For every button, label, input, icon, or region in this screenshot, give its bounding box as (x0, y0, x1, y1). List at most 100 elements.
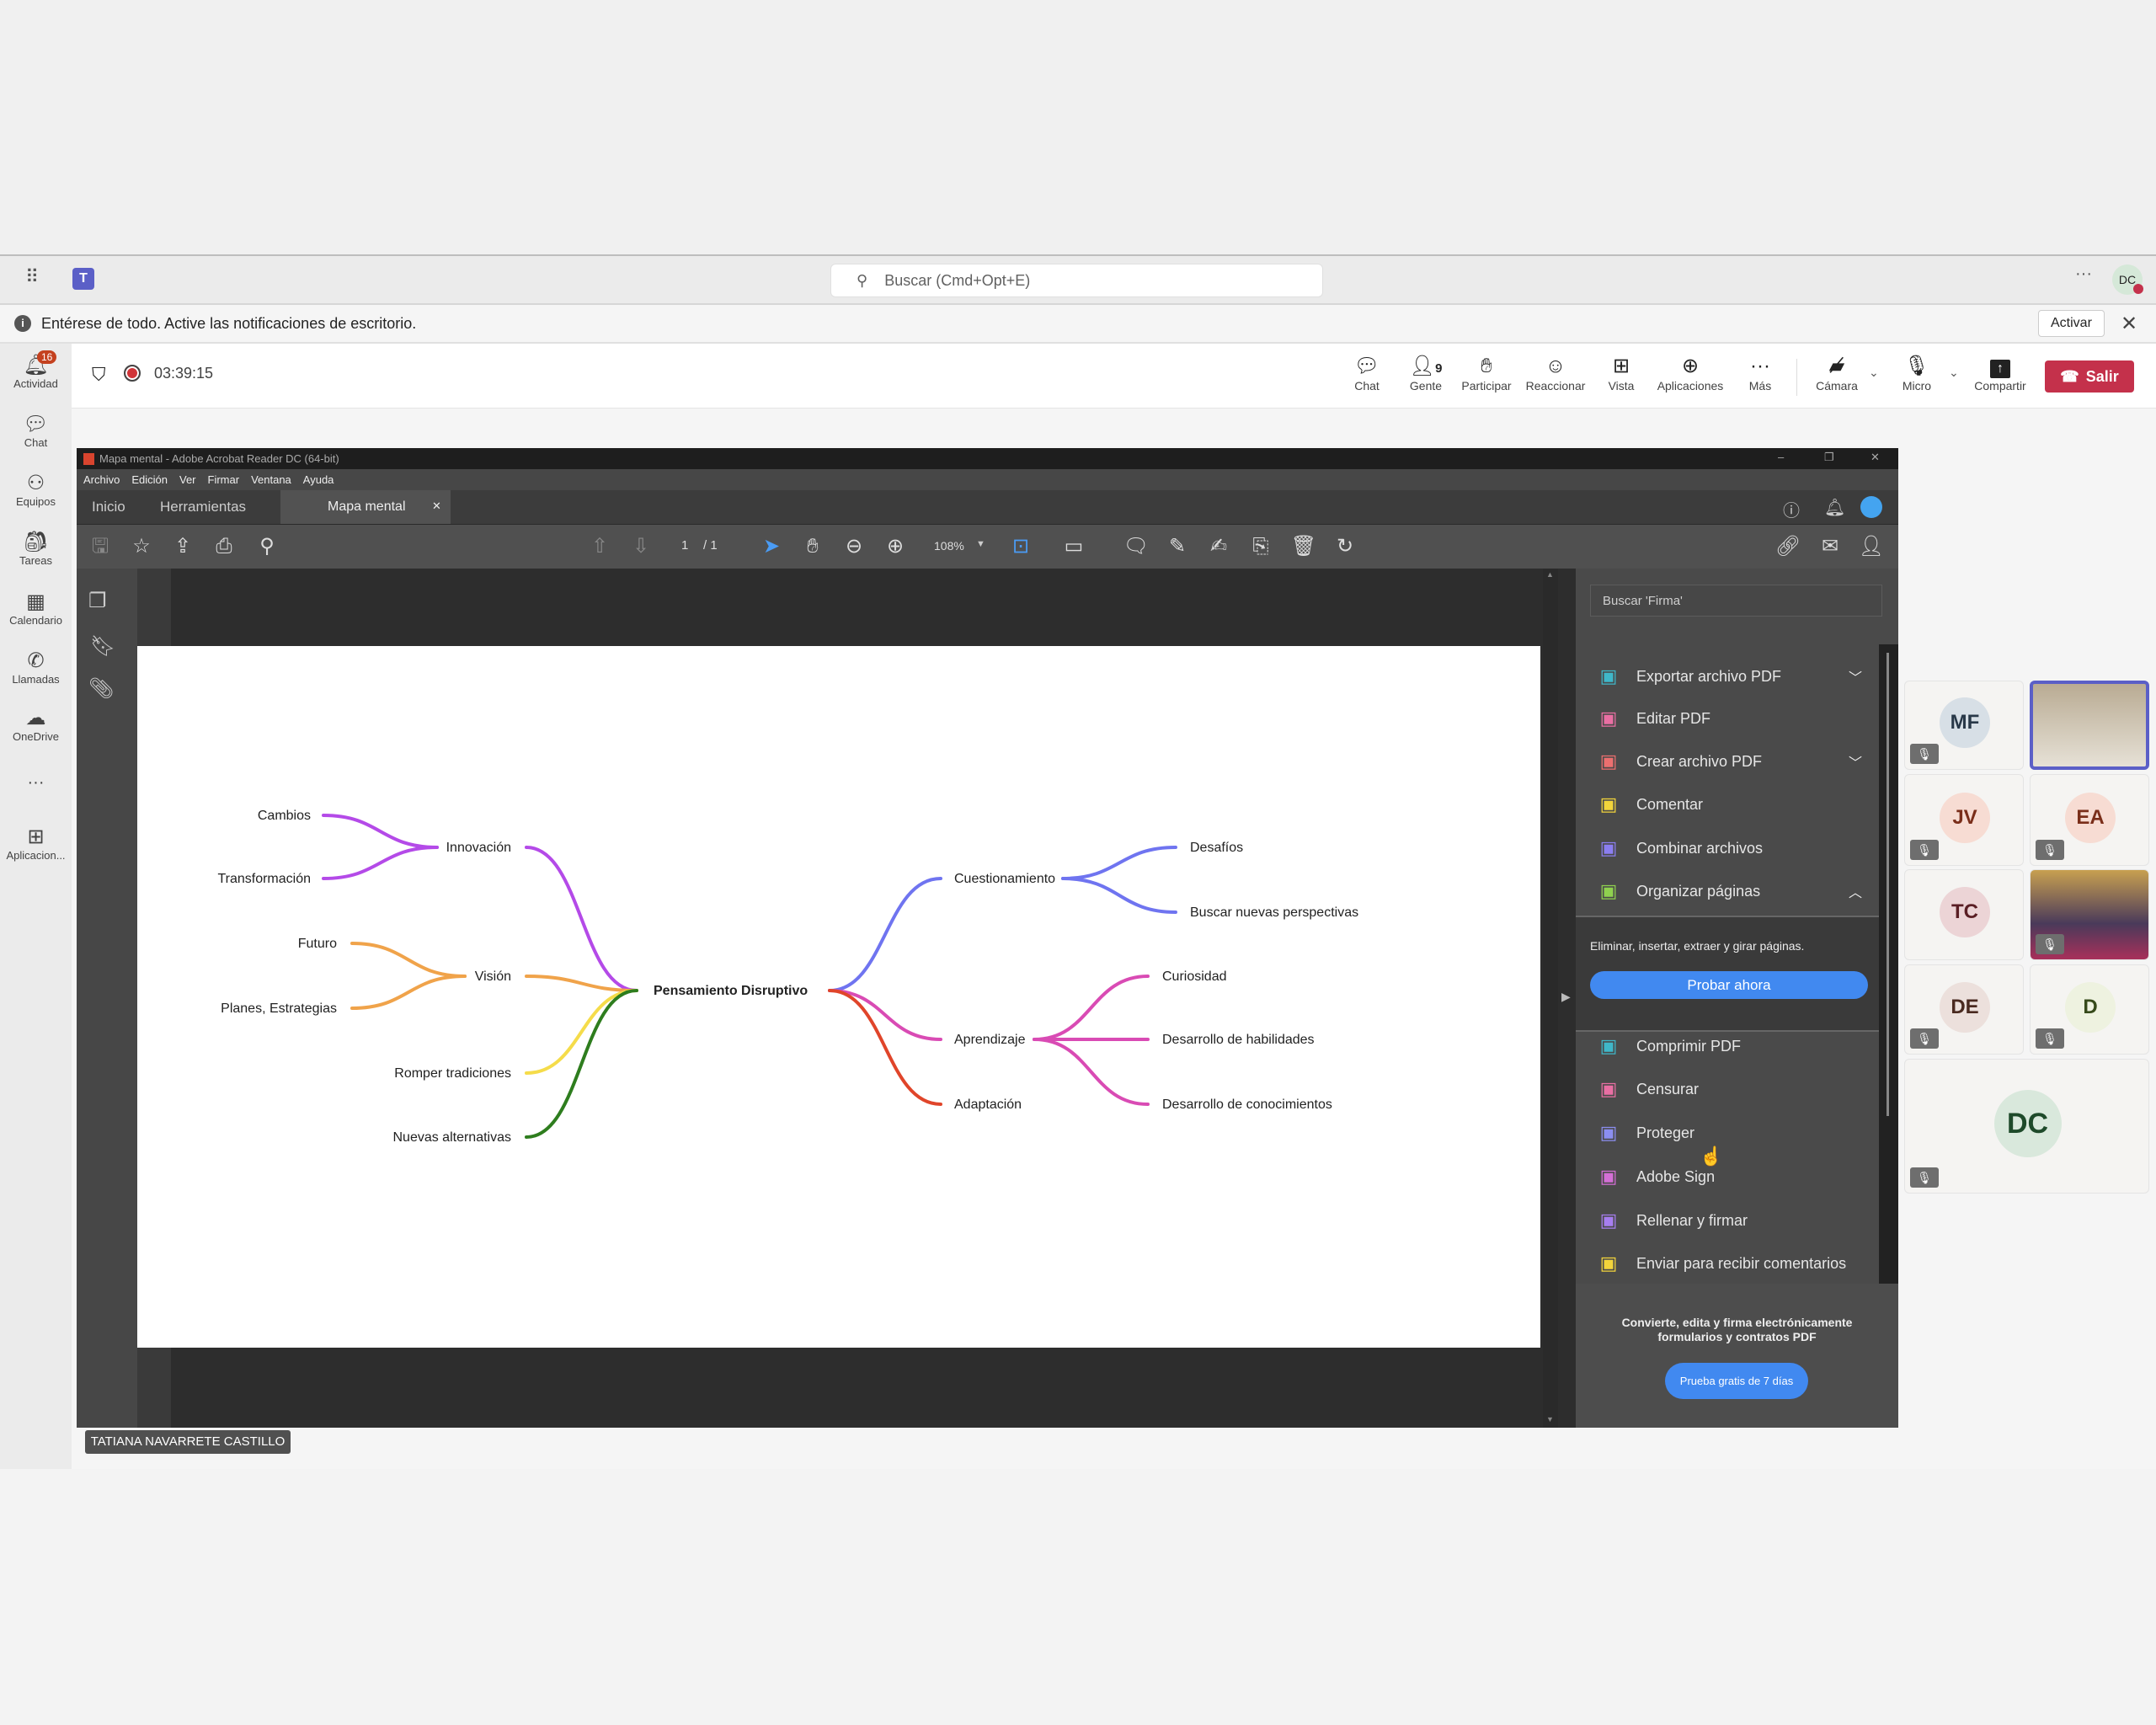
account-avatar[interactable] (1860, 496, 1882, 518)
share-link-icon[interactable]: 🔗︎ (1774, 533, 1801, 560)
tab-inicio[interactable]: Inicio (92, 499, 125, 515)
people-button[interactable]: 👤︎9 Gente (1392, 354, 1460, 393)
tool-proteger[interactable]: ▣ Proteger (1576, 1114, 1879, 1151)
vertical-scrollbar[interactable]: ▲ ▼ (1543, 569, 1558, 1428)
email-icon[interactable]: ✉ (1817, 533, 1844, 560)
select-cursor-icon[interactable]: ➤ (758, 533, 785, 560)
menu-ayuda[interactable]: Ayuda (303, 473, 334, 486)
share-button[interactable]: ↑ Compartir (1961, 354, 2040, 393)
rail-item-actividad[interactable]: 🔔︎ Actividad 16 (0, 350, 72, 390)
participant-tile[interactable]: TC (1904, 869, 2024, 960)
search-input[interactable]: ⚲ Buscar (Cmd+Opt+E) (830, 264, 1323, 297)
highlight-pen-icon[interactable]: ✎ (1164, 533, 1191, 560)
comment-icon[interactable]: 🗨︎ (1123, 533, 1150, 560)
participant-tile[interactable]: D 🎙︎ (2030, 964, 2149, 1055)
participant-tile[interactable]: 🎙︎ (2030, 869, 2149, 960)
menu-archivo[interactable]: Archivo (83, 473, 120, 486)
tool-combinar-archivos[interactable]: ▣ Combinar archivos (1576, 830, 1879, 867)
close-window-icon[interactable]: ✕ (1870, 451, 1880, 464)
rotate-icon[interactable]: ↻ (1331, 533, 1358, 560)
tool-organizar-p-ginas[interactable]: ▣ Organizar páginas ︿ (1576, 873, 1879, 910)
delete-icon[interactable]: 🗑︎ (1290, 533, 1317, 560)
rail-more-button[interactable]: ··· (0, 773, 72, 793)
zoom-out-icon[interactable]: ⊖ (841, 533, 867, 560)
tool-exportar-archivo-pdf[interactable]: ▣ Exportar archivo PDF ﹀ (1576, 658, 1879, 695)
camera-options-chevron-icon[interactable]: ⌄ (1869, 366, 1879, 380)
participant-tile[interactable]: EA 🎙︎ (2030, 774, 2149, 866)
menu-firmar[interactable]: Firmar (208, 473, 240, 486)
attachment-icon[interactable]: 📎︎ (88, 676, 114, 701)
restore-icon[interactable]: ❐ (1824, 451, 1834, 464)
add-user-icon[interactable]: 👤︎ (1858, 533, 1885, 560)
zoom-in-icon[interactable]: ⊕ (882, 533, 909, 560)
print-icon[interactable]: ⎙ (211, 533, 237, 560)
menu-edicion[interactable]: Edición (131, 473, 168, 486)
hand-tool-icon[interactable]: ✋︎ (799, 533, 826, 560)
tool-crear-archivo-pdf[interactable]: ▣ Crear archivo PDF ﹀ (1576, 743, 1879, 780)
mic-options-chevron-icon[interactable]: ⌄ (1949, 366, 1959, 380)
tool-comprimir-pdf[interactable]: ▣ Comprimir PDF (1576, 1028, 1879, 1065)
page-thumbnails-icon[interactable]: ❐ (88, 589, 107, 613)
upload-cloud-icon[interactable]: ⇪ (169, 533, 196, 560)
scroll-thumb[interactable] (1886, 653, 1889, 1116)
activate-notifications-button[interactable]: Activar (2038, 310, 2105, 337)
free-trial-button[interactable]: Prueba gratis de 7 días (1665, 1363, 1808, 1399)
zoom-chevron-icon[interactable]: ▼ (976, 539, 985, 549)
rail-item-aplicaciones[interactable]: ⊞ Aplicacion... (0, 825, 72, 862)
apps-button[interactable]: ⊕ Aplicaciones (1648, 354, 1732, 393)
participant-tile[interactable]: DC 🎙︎ (1904, 1059, 2149, 1194)
tab-herramientas[interactable]: Herramientas (160, 499, 246, 515)
fit-page-icon[interactable]: ⊡ (1007, 533, 1034, 560)
view-button[interactable]: ⊞ Vista (1588, 354, 1655, 393)
rail-item-onedrive[interactable]: ☁︎ OneDrive (0, 707, 72, 743)
chevron-down-icon[interactable]: ﹀ (1849, 666, 1862, 686)
mic-button[interactable]: 🎙︎ Micro (1883, 354, 1951, 393)
app-launcher-icon[interactable]: ⠿ (25, 266, 39, 288)
tool-enviar-para-recibir-comentarios[interactable]: ▣ Enviar para recibir comentarios (1576, 1245, 1879, 1282)
more-options-icon[interactable]: ··· (2075, 264, 2092, 284)
rail-item-chat[interactable]: 💬︎ Chat (0, 413, 72, 449)
minimize-icon[interactable]: – (1778, 451, 1784, 463)
rail-item-tareas[interactable]: 🎒︎ Tareas (0, 531, 72, 567)
participant-tile[interactable]: MF 🎙︎ (1904, 681, 2024, 770)
participant-tile[interactable]: JV 🎙︎ (1904, 774, 2024, 866)
zoom-level-dropdown[interactable]: 108% (934, 539, 964, 553)
raise-hand-button[interactable]: ✋︎ Participar (1453, 354, 1520, 393)
rail-item-equipos[interactable]: ⚇ Equipos (0, 472, 72, 508)
help-icon[interactable]: ⓘ (1783, 497, 1800, 521)
measure-icon[interactable]: ▭ (1060, 533, 1087, 560)
bookmark-icon[interactable]: 🔖︎ (90, 634, 115, 659)
participant-tile[interactable]: DE 🎙︎ (1904, 964, 2024, 1055)
rail-item-llamadas[interactable]: ✆ Llamadas (0, 649, 72, 686)
rail-item-calendario[interactable]: ▦ Calendario (0, 590, 72, 627)
tab-mapa-mental[interactable]: Mapa mental ✕ (280, 490, 451, 524)
close-tab-icon[interactable]: ✕ (432, 499, 441, 513)
notifications-bell-icon[interactable]: 🔔︎ (1824, 497, 1845, 518)
find-icon[interactable]: ⚲ (253, 533, 280, 560)
chevron-down-icon[interactable]: ﹀ (1849, 751, 1862, 772)
next-page-icon[interactable]: ⇩ (627, 533, 654, 560)
camera-button[interactable]: ▰̸ Cámara (1803, 354, 1870, 393)
tools-scrollbar[interactable] (1879, 644, 1898, 1284)
tool-comentar[interactable]: ▣ Comentar (1576, 786, 1879, 823)
save-icon[interactable]: 🖫 (87, 533, 114, 560)
chevron-up-icon[interactable]: ︿ (1849, 881, 1862, 901)
star-icon[interactable]: ☆ (128, 533, 155, 560)
menu-ver[interactable]: Ver (179, 473, 196, 486)
more-button[interactable]: ··· Más (1726, 354, 1794, 393)
stamp-icon[interactable]: ⎘ (1247, 533, 1274, 560)
chat-button[interactable]: 💬︎ Chat (1333, 354, 1401, 393)
tool-censurar[interactable]: ▣ Censurar (1576, 1071, 1879, 1108)
tool-rellenar-y-firmar[interactable]: ▣ Rellenar y firmar (1576, 1202, 1879, 1239)
sign-icon[interactable]: ✍︎ (1205, 533, 1232, 560)
leave-button[interactable]: ☎︎ Salir (2045, 360, 2134, 393)
participant-tile[interactable] (2030, 681, 2149, 770)
menu-ventana[interactable]: Ventana (251, 473, 291, 486)
scroll-down-icon[interactable]: ▼ (1546, 1415, 1554, 1423)
close-icon[interactable]: ✕ (2121, 312, 2137, 336)
page-number-input[interactable]: 1 (681, 538, 688, 553)
tool-editar-pdf[interactable]: ▣ Editar PDF (1576, 700, 1879, 737)
scroll-up-icon[interactable]: ▲ (1546, 570, 1554, 579)
tool-adobe-sign[interactable]: ▣ Adobe Sign (1576, 1158, 1879, 1195)
react-button[interactable]: ☺ Reaccionar (1522, 354, 1589, 393)
